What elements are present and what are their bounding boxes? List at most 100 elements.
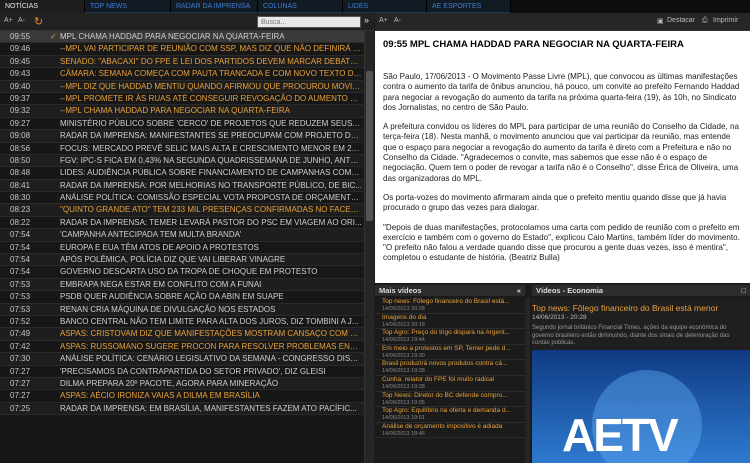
video-item-title: Top Agro: Equilíbrio na oferta e demanda… — [382, 407, 512, 415]
article-body: 09:55 MPL CHAMA HADDAD PARA NEGOCIAR NA … — [375, 31, 750, 283]
tab-lides[interactable]: LIDES — [343, 0, 427, 13]
news-row[interactable]: 07:54 'CAMPANHA ANTECIPADA TEM MULTA BRAN… — [0, 229, 374, 242]
tab-ae-esportes[interactable]: AE ESPORTES — [427, 0, 511, 13]
video-list-item[interactable]: Top news: Fôlego financeiro do Brasil es… — [375, 298, 525, 314]
news-row[interactable]: 09:45 SENADO: "ABACAXI" DO FPE E LEI DOS … — [0, 55, 374, 69]
video-item-title: Top Agro: Preço do trigo dispara na Arge… — [382, 329, 510, 337]
video-item-date: 14/06/2013 18:46 — [382, 430, 425, 437]
news-headline: 'PRECISAMOS DA CONTRAPARTIDA DO SETOR PR… — [60, 366, 326, 376]
news-row[interactable]: 07:42 ASPAS: RUSSOMANO SUGERE PROCON PARA… — [0, 341, 374, 354]
news-time: 07:53 — [10, 304, 31, 314]
news-row[interactable]: 07:27 'PRECISAMOS DA CONTRAPARTIDA DO SET… — [0, 366, 374, 378]
news-time: 07:49 — [10, 329, 31, 339]
news-row[interactable]: 09:40 --MPL DIZ QUE HADDAD MENTIU QUANDO … — [0, 80, 374, 93]
expand-icon[interactable]: □ — [741, 285, 746, 296]
article-toolbar: A+ A- ▣ Destacar ⎙ Imprimir — [375, 13, 750, 31]
news-headline: --MPL PROMETE IR ÀS RUAS ATÉ CONSEGUIR R… — [60, 93, 362, 103]
news-time: 07:27 — [10, 378, 31, 388]
news-headline: EUROPA E EUA TÊM ATOS DE APOIO A PROTEST… — [60, 242, 259, 252]
news-row[interactable]: 07:53 EMBRAPA NEGA ESTAR EM CONFLITO COM … — [0, 278, 374, 292]
news-row[interactable]: 07:49 ASPAS: CRISTOVAM DIZ QUE MANIFESTAÇ… — [0, 328, 374, 341]
tab-bar: NOTÍCIAS TOP NEWS RADAR DA IMPRENSA COLU… — [0, 0, 750, 13]
article-font-increase-button[interactable]: A+ — [379, 17, 388, 24]
news-row[interactable]: 08:22 RADAR DA IMPRENSA: TEMER LEVARÁ PAS… — [0, 217, 374, 230]
news-time: 07:54 — [10, 242, 31, 252]
news-headline: --MPL VAI PARTICIPAR DE REUNIÃO COM SSP,… — [60, 44, 362, 54]
news-row[interactable]: 07:25 RADAR DA IMPRENSA: EM BRASÍLIA, MAN… — [0, 402, 374, 416]
scrollbar-thumb[interactable] — [366, 71, 373, 221]
highlight-button[interactable]: Destacar — [667, 17, 695, 24]
news-headline: --MPL DIZ QUE HADDAD MENTIU QUANDO AFIRM… — [60, 81, 362, 91]
news-row[interactable]: 07:53 PSDB QUER AUDIÊNCIA SOBRE AÇÃO DA A… — [0, 291, 374, 304]
news-row[interactable]: 07:52 BANCO CENTRAL NÃO TEM LIMITE PARA A… — [0, 316, 374, 329]
tab-radar-da-imprensa[interactable]: RADAR DA IMPRENSA — [171, 0, 258, 13]
news-time: 09:46 — [10, 44, 31, 54]
news-row[interactable]: 09:55 ✓ MPL CHAMA HADDAD PARA NEGOCIAR NA … — [0, 31, 374, 44]
refresh-icon[interactable]: ↻ — [34, 15, 43, 28]
news-row[interactable]: 07:30 ANÁLISE POLÍTICA: CENÁRIO LEGISLATI… — [0, 353, 374, 366]
news-headline: 'CAMPANHA ANTECIPADA TEM MULTA BRANDA' — [60, 230, 242, 240]
video-list-item[interactable]: Imagens do dia 14/06/2013 20:18 — [375, 314, 525, 330]
tab-top-news[interactable]: TOP NEWS — [85, 0, 171, 13]
news-row[interactable]: 07:53 RENAN CRIA MÁQUINA DE DIVULGAÇÃO NO… — [0, 303, 374, 316]
news-time: 07:54 — [10, 230, 31, 240]
news-row[interactable]: 09:46 --MPL VAI PARTICIPAR DE REUNIÃO COM… — [0, 43, 374, 56]
more-videos-scrollbar[interactable] — [525, 298, 530, 463]
news-headline: PSDB QUER AUDIÊNCIA SOBRE AÇÃO DA ABIN E… — [60, 292, 284, 302]
news-time: 08:41 — [10, 180, 31, 190]
news-row[interactable]: 08:50 FGV: IPC-S FICA EM 0,43% NA SEGUNDA… — [0, 154, 374, 168]
news-row[interactable]: 07:54 GOVERNO DESCARTA USO DA TROPA DE CH… — [0, 266, 374, 279]
featured-video-title[interactable]: Top news: Fôlego financeiro do Brasil es… — [532, 303, 718, 313]
news-time: 07:53 — [10, 292, 31, 302]
news-headline: APÓS POLÊMICA, POLÍCIA DIZ QUE VAI LIBER… — [60, 255, 286, 265]
news-list-scrollbar[interactable] — [364, 31, 374, 463]
news-row[interactable]: 07:27 DILMA PREPARA 20º PACOTE, AGORA PAR… — [0, 377, 374, 391]
news-time: 07:27 — [10, 366, 31, 376]
news-headline: FGV: IPC-S FICA EM 0,43% NA SEGUNDA QUAD… — [60, 155, 362, 165]
news-row[interactable]: 09:32 --MPL CHAMA HADDAD PARA NEGOCIAR NA… — [0, 105, 374, 118]
article-title: 09:55 MPL CHAMA HADDAD PARA NEGOCIAR NA … — [383, 39, 684, 50]
video-list-item[interactable]: Em meio a protestos em SP, Temer pede d.… — [375, 345, 525, 361]
news-row[interactable]: 08:41 RADAR DA IMPRENSA: POR MELHORIAS NO… — [0, 179, 374, 193]
news-row[interactable]: 09:37 --MPL PROMETE IR ÀS RUAS ATÉ CONSEG… — [0, 93, 374, 106]
news-row[interactable]: 09:43 CÂMARA: SEMANA COMEÇA COM PAUTA TRA… — [0, 68, 374, 81]
video-list-item[interactable]: Top Agro: Preço do trigo dispara na Arge… — [375, 329, 525, 345]
print-button[interactable]: Imprimir — [713, 17, 738, 24]
article-font-decrease-button[interactable]: A- — [394, 17, 401, 24]
collapse-icon[interactable]: « — [517, 285, 521, 296]
news-time: 08:23 — [10, 205, 31, 215]
news-row[interactable]: 08:56 FOCUS: MERCADO PREVÊ SELIC MAIS ALT… — [0, 143, 374, 155]
news-row[interactable]: 09:08 RADAR DA IMPRENSA: MANIFESTANTES SE… — [0, 130, 374, 143]
article-paragraph: Os porta-vozes do movimento afirmaram ai… — [383, 192, 727, 213]
news-time: 08:48 — [10, 168, 31, 178]
video-player[interactable]: AETV — [532, 350, 750, 463]
news-row[interactable]: 07:54 EUROPA E EUA TÊM ATOS DE APOIO A PR… — [0, 242, 374, 255]
video-list-item[interactable]: Top Agro: Equilíbrio na oferta e demanda… — [375, 407, 525, 423]
font-increase-button[interactable]: A+ — [4, 17, 13, 24]
video-list-item[interactable]: Análise de orçamento impositivo é adiada… — [375, 423, 525, 439]
news-headline: MINISTÉRIO PÚBLICO SOBRE 'CERCO' DE PROJ… — [60, 118, 362, 128]
news-headline: ASPAS: RUSSOMANO SUGERE PROCON PARA RESO… — [60, 341, 362, 351]
search-input[interactable] — [257, 16, 361, 28]
news-row[interactable]: 08:23 "QUINTO GRANDE ATO" TEM 233 MIL PRE… — [0, 204, 374, 217]
news-time: 07:53 — [10, 279, 31, 289]
tab-noticias[interactable]: NOTÍCIAS — [0, 0, 85, 13]
video-item-date: 14/06/2013 19:05 — [382, 399, 425, 406]
video-economia-heading: Vídeos - Economia □ — [532, 285, 750, 296]
video-list-item[interactable]: Brasil produzirá novos produtos contra c… — [375, 360, 525, 376]
news-row[interactable]: 09:27 MINISTÉRIO PÚBLICO SOBRE 'CERCO' DE… — [0, 118, 374, 131]
article-panel: A+ A- ▣ Destacar ⎙ Imprimir 09:55 MPL CH… — [375, 13, 750, 283]
news-row[interactable]: 08:30 ANÁLISE POLÍTICA: COMISSÃO ESPECIAL… — [0, 192, 374, 205]
tab-colunas[interactable]: COLUNAS — [258, 0, 343, 13]
font-decrease-button[interactable]: A- — [18, 17, 25, 24]
search-go-button[interactable]: » — [364, 15, 369, 25]
news-time: 08:22 — [10, 217, 31, 227]
video-item-title: Brasil produzirá novos produtos contra c… — [382, 360, 508, 368]
news-headline: DILMA PREPARA 20º PACOTE, AGORA PARA MIN… — [60, 378, 279, 388]
news-row[interactable]: 07:27 ASPAS: AÉCIO IRONIZA VAIAS A DILMA … — [0, 390, 374, 403]
video-list-item[interactable]: Cunha: relator do FPE foi muito radical 1… — [375, 376, 525, 392]
news-headline: --MPL CHAMA HADDAD PARA NEGOCIAR NA QUAR… — [60, 106, 290, 116]
news-row[interactable]: 08:48 LIDES: AUDIÊNCIA PÚBLICA SOBRE FINA… — [0, 167, 374, 180]
news-row[interactable]: 07:54 APÓS POLÊMICA, POLÍCIA DIZ QUE VAI … — [0, 254, 374, 267]
video-list-item[interactable]: Top News: Diretor do BC defende compro..… — [375, 392, 525, 408]
